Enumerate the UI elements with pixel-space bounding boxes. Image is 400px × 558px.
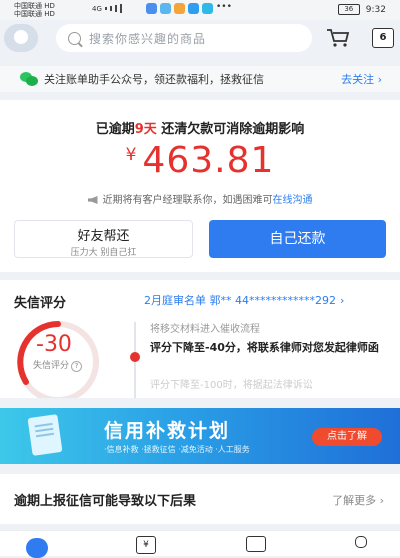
- calendar-icon[interactable]: 6: [372, 28, 394, 48]
- app-notification-icon: [202, 3, 213, 14]
- consequences-section: 逾期上报征信可能导致以下后果 了解更多 ›: [0, 474, 400, 524]
- app-header: 搜索你感兴趣的商品 6: [0, 20, 400, 62]
- chevron-right-icon: ›: [339, 294, 345, 307]
- carrier-info: 中国联通 HD 中国联通 HD: [14, 2, 55, 18]
- friend-pay-button[interactable]: 好友帮还 压力大 别自己扛: [14, 220, 193, 258]
- amount-value: 463.81: [142, 140, 275, 181]
- tab-home-icon[interactable]: [26, 536, 48, 558]
- hint-text: 近期将有客户经理联系你，如遇困难可: [102, 195, 273, 206]
- follow-link[interactable]: 去关注 ›: [341, 71, 382, 87]
- banner-subtitle: ·信息补救 ·拯救征信 ·减免活动 ·人工服务: [104, 445, 250, 454]
- learn-more-button[interactable]: 点击了解: [312, 428, 382, 446]
- battery-icon: 36: [337, 4, 360, 15]
- search-placeholder: 搜索你感兴趣的商品: [89, 31, 207, 46]
- app-notification-icon: [146, 3, 157, 14]
- overdue-days: 9天: [134, 122, 157, 137]
- online-chat-link[interactable]: 在线沟通: [273, 195, 313, 206]
- overdue-amount: ¥463.81: [0, 140, 400, 181]
- overdue-headline: 已逾期9天 还清欠款可消除逾期影响: [0, 118, 400, 137]
- credit-score-card: 失信评分 2月庭审名单 郭** 44************292 › -30 失…: [0, 280, 400, 398]
- clock: 9:32: [365, 4, 386, 15]
- self-pay-button[interactable]: 自己还款: [209, 220, 386, 258]
- score-value: -30: [36, 332, 72, 357]
- notice-text: 关注账单助手公众号，领还款福利，拯救征信: [44, 73, 264, 86]
- speaker-icon: [87, 196, 98, 204]
- cart-icon[interactable]: [326, 28, 350, 48]
- app-notification-icon: [174, 3, 185, 14]
- document-icon: [27, 414, 63, 456]
- bottom-tab-bar: ¥: [0, 530, 400, 558]
- contact-hint: 近期将有客户经理联系你，如遇困难可在线沟通: [0, 191, 400, 206]
- timeline-step-2: 评分下降至-40分，将联系律师对您发起律师函: [150, 341, 379, 354]
- avatar[interactable]: [4, 24, 38, 52]
- wechat-icon: [20, 72, 38, 86]
- credit-title: 失信评分: [14, 296, 67, 311]
- follow-notice-bar[interactable]: 关注账单助手公众号，领还款福利，拯救征信 去关注 ›: [0, 66, 400, 92]
- overdue-card: 已逾期9天 还清欠款可消除逾期影响 ¥463.81 近期将有客户经理联系你，如遇…: [0, 100, 400, 272]
- tab-profile-icon[interactable]: [350, 536, 372, 556]
- friend-pay-sublabel: 压力大 别自己扛: [70, 248, 137, 258]
- notification-icons: •••: [146, 2, 232, 14]
- score-label: 失信评分?: [33, 358, 83, 372]
- score-label-text: 失信评分: [33, 361, 70, 371]
- currency-symbol: ¥: [125, 145, 137, 165]
- status-bar: 中国联通 HD 中国联通 HD 4G ••• 36 9:32: [0, 0, 400, 20]
- search-icon: [68, 31, 81, 45]
- friend-pay-label: 好友帮还: [77, 229, 130, 244]
- tab-bill-icon[interactable]: ¥: [136, 536, 156, 554]
- timeline-step-3: 评分下降至-100时，将据起法律诉讼: [150, 380, 313, 391]
- timeline-current-dot: [130, 352, 140, 362]
- search-bar[interactable]: 搜索你感兴趣的商品: [56, 24, 312, 52]
- headline-prefix: 已逾期: [95, 122, 135, 137]
- consequences-title: 逾期上报征信可能导致以下后果: [14, 494, 197, 509]
- headline-suffix: 还清欠款可消除逾期影响: [156, 122, 305, 137]
- court-list-link[interactable]: 2月庭审名单 郭** 44************292 ›: [144, 292, 344, 308]
- carrier-2: 中国联通 HD: [14, 10, 55, 18]
- banner-title: 信用补救计划: [104, 420, 231, 442]
- app-notification-icon: [160, 3, 171, 14]
- help-icon[interactable]: ?: [71, 361, 83, 372]
- signal-icon: 4G: [92, 4, 122, 13]
- tab-wallet-icon[interactable]: [246, 536, 266, 552]
- court-list-text: 2月庭审名单 郭** 44************292: [144, 294, 336, 307]
- credit-rescue-banner[interactable]: 信用补救计划 ·信息补救 ·拯救征信 ·减免活动 ·人工服务 点击了解: [0, 408, 400, 464]
- learn-more-link[interactable]: 了解更多 ›: [332, 492, 384, 508]
- app-notification-icon: [188, 3, 199, 14]
- network-type: 4G: [92, 4, 102, 13]
- timeline-step-1: 将移交材料进入催收流程: [150, 324, 260, 335]
- carrier-1: 中国联通 HD: [14, 2, 55, 10]
- more-icon: •••: [216, 2, 232, 12]
